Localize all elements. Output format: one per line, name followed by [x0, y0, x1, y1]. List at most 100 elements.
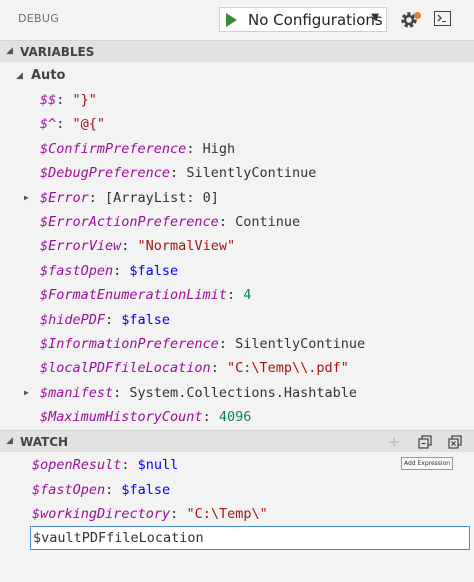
variable-row[interactable]: $hidePDF: $false [0, 308, 474, 332]
variable-row[interactable]: $ConfirmPreference: High [0, 137, 474, 161]
row-content: $$: "}" [40, 88, 97, 112]
row-content: $^: "@{" [40, 112, 105, 136]
variable-name: $MaximumHistoryCount [40, 409, 203, 426]
variables-title: VARIABLES [20, 45, 95, 59]
variable-row[interactable]: $localPDFfileLocation: "C:\Temp\\.pdf" [0, 356, 474, 380]
chevron-right-icon[interactable]: ▶ [24, 381, 29, 405]
variable-name: $workingDirectory [32, 506, 171, 522]
variable-value: 4 [243, 287, 252, 304]
variable-value: $false [129, 262, 179, 279]
variable-value: "@{" [72, 116, 106, 133]
row-content: $MaximumHistoryCount: 4096 [40, 405, 251, 429]
collapse-all-icon[interactable] [417, 434, 433, 450]
variable-row[interactable]: $MaximumHistoryCount: 4096 [0, 405, 474, 429]
chevron-down-icon[interactable]: ◢ [6, 46, 13, 56]
row-content: $DebugPreference: SilentlyContinue [40, 161, 316, 185]
separator: : [105, 311, 122, 328]
variable-value: 4096 [218, 409, 252, 426]
variable-row[interactable]: $ErrorActionPreference: Continue [0, 210, 474, 234]
variable-name: $hidePDF [40, 311, 106, 328]
row-content: $InformationPreference: SilentlyContinue [40, 332, 365, 356]
variable-value: $false [121, 481, 171, 498]
variable-row[interactable]: $DebugPreference: SilentlyContinue [0, 161, 474, 185]
variable-name: $^ [40, 116, 57, 133]
chevron-down-icon[interactable]: ▼ [371, 12, 379, 23]
variable-value: [ArrayList: 0] [105, 189, 219, 206]
separator: : [113, 384, 130, 401]
variable-name: $openResult [32, 457, 122, 473]
chevron-down-icon[interactable]: ◢ [6, 436, 13, 446]
separator: : [56, 116, 73, 133]
row-content: $openResult: $null [32, 453, 178, 477]
variable-name: $DebugPreference [40, 165, 171, 182]
variable-name: $ErrorView [40, 238, 122, 255]
variable-name: $Error [40, 189, 89, 206]
variable-name: $fastOpen [32, 481, 106, 498]
variable-value: SilentlyContinue [235, 336, 366, 352]
row-content: $Error: [ArrayList: 0] [40, 186, 219, 210]
variable-row[interactable]: $fastOpen: $false [0, 259, 474, 283]
scope-label: Auto [31, 68, 66, 83]
variable-name: $ConfirmPreference [40, 140, 187, 157]
separator: : [202, 409, 219, 426]
variables-section-header[interactable]: ◢ VARIABLES [0, 40, 474, 62]
variable-row[interactable]: $^: "@{" [0, 112, 474, 136]
row-content: $fastOpen: $false [32, 478, 170, 502]
watch-item[interactable]: $openResult: $null [0, 453, 474, 477]
watch-expression-input[interactable]: $vaultPDFfileLocation [30, 526, 470, 550]
row-content: $FormatEnumerationLimit: 4 [40, 283, 251, 307]
variable-value: "}" [72, 92, 97, 108]
separator: : [88, 189, 106, 206]
play-icon[interactable] [226, 13, 237, 27]
chevron-down-icon[interactable]: ◢ [16, 64, 23, 88]
debug-title: DEBUG [18, 12, 60, 25]
variable-name: $InformationPreference [40, 336, 219, 352]
variable-value: System.Collections.Hashtable [129, 384, 357, 401]
row-content: $localPDFfileLocation: "C:\Temp\\.pdf" [40, 356, 349, 380]
separator: : [121, 238, 138, 255]
variable-value: "C:\Temp\" [186, 506, 268, 522]
variable-name: $localPDFfileLocation [40, 360, 211, 377]
watch-title: WATCH [20, 435, 69, 449]
console-icon[interactable] [434, 11, 451, 26]
variable-row[interactable]: $ErrorView: "NormalView" [0, 234, 474, 258]
variable-value: "NormalView" [137, 238, 236, 255]
variable-value: SilentlyContinue [186, 165, 317, 182]
variable-name: $manifest [40, 384, 114, 401]
variable-name: $fastOpen [40, 262, 114, 279]
variable-row[interactable]: ▶ $Error: [ArrayList: 0] [0, 186, 474, 210]
row-content: $workingDirectory: "C:\Temp\" [32, 502, 268, 526]
add-icon[interactable] [386, 434, 402, 450]
row-content: $ErrorView: "NormalView" [40, 234, 235, 258]
separator: : [170, 165, 187, 182]
separator: : [56, 92, 73, 108]
notification-dot [414, 12, 421, 19]
separator: : [218, 336, 236, 352]
scope-auto[interactable]: ◢ Auto [0, 64, 474, 88]
variable-value: "C:\Temp\\.pdf" [226, 360, 349, 377]
watch-item[interactable]: $workingDirectory: "C:\Temp\" [0, 502, 474, 526]
variable-row[interactable]: $InformationPreference: SilentlyContinue [0, 332, 474, 356]
separator: : [113, 262, 130, 279]
configuration-dropdown[interactable]: No Configurations ▼ [219, 7, 387, 32]
watch-item[interactable]: $fastOpen: $false [0, 478, 474, 502]
separator: : [226, 287, 244, 304]
row-content: $ErrorActionPreference: Continue [40, 210, 300, 234]
variable-value: Continue [235, 214, 301, 230]
variable-row[interactable]: $FormatEnumerationLimit: 4 [0, 283, 474, 307]
separator: : [218, 214, 236, 230]
variable-name: $$ [40, 92, 57, 108]
variable-row[interactable]: $$: "}" [0, 88, 474, 112]
variable-row[interactable]: ▶ $manifest: System.Collections.Hashtable [0, 381, 474, 405]
variable-name: $ErrorActionPreference [40, 214, 219, 230]
separator: : [210, 360, 227, 377]
variable-name: $FormatEnumerationLimit [40, 287, 227, 304]
separator: : [186, 140, 203, 157]
chevron-right-icon[interactable]: ▶ [24, 186, 29, 210]
row-content: $hidePDF: $false [40, 308, 170, 332]
configuration-label: No Configurations [248, 11, 383, 29]
separator: : [105, 481, 122, 498]
variable-value: High [202, 140, 236, 157]
remove-all-icon[interactable] [447, 434, 463, 450]
watch-section-header[interactable]: ◢ WATCH [0, 430, 474, 452]
